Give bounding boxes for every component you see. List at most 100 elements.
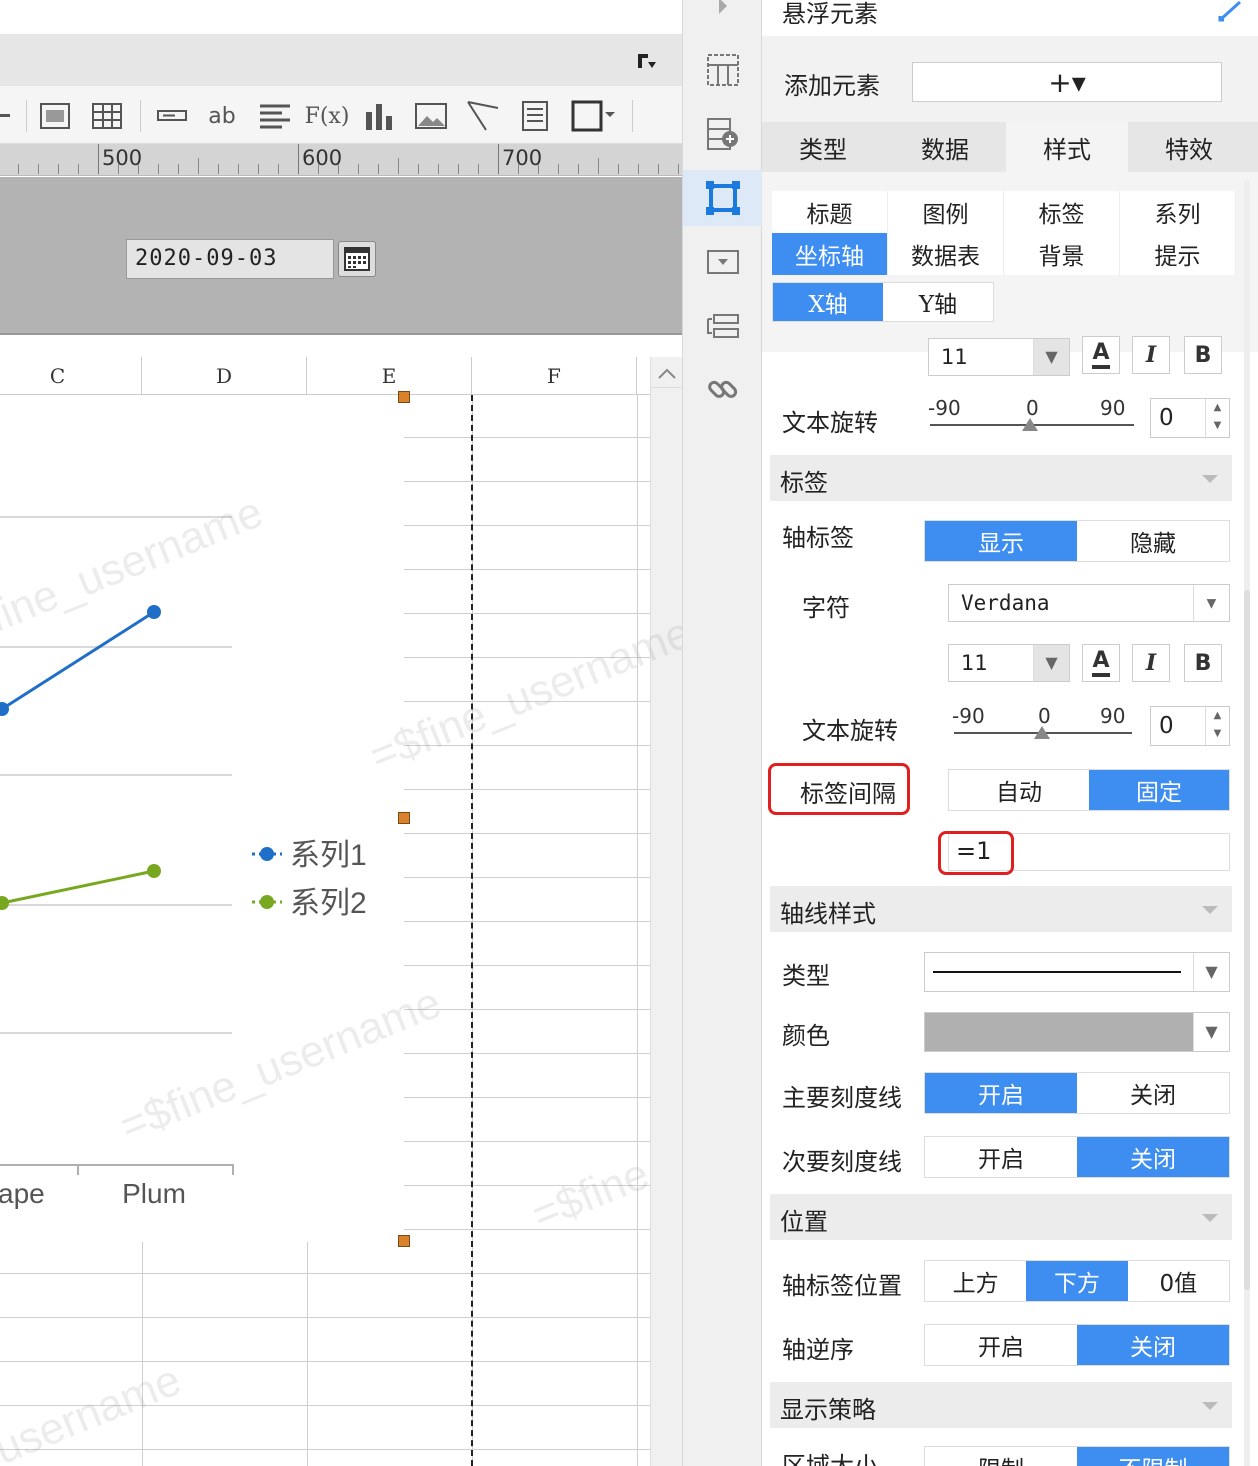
section-axis-style[interactable]: 轴线样式 xyxy=(770,886,1232,932)
ruler-label: 700 xyxy=(502,146,543,170)
cell-element-icon[interactable] xyxy=(683,106,763,162)
column-header-c[interactable]: C xyxy=(0,357,142,395)
font-size-select[interactable]: 11 ▼ xyxy=(948,644,1070,682)
frozen-cell-icon[interactable] xyxy=(38,100,72,132)
slider-thumb[interactable] xyxy=(1034,726,1050,739)
tab-effects[interactable]: 特效 xyxy=(1128,122,1250,172)
slider-thumb[interactable] xyxy=(1022,418,1038,431)
column-header-e[interactable]: E xyxy=(307,357,472,395)
grid-icon[interactable] xyxy=(90,100,124,132)
scroll-up-icon[interactable] xyxy=(657,365,677,384)
section-position[interactable]: 位置 xyxy=(770,1194,1232,1240)
align-left-icon[interactable] xyxy=(258,100,292,132)
major-tick-off[interactable]: 关闭 xyxy=(1077,1073,1229,1113)
minor-tick-on[interactable]: 开启 xyxy=(925,1137,1077,1177)
ruler-tick xyxy=(398,158,399,174)
fixed-option[interactable]: 固定 xyxy=(1089,770,1229,810)
line-color-select[interactable]: ▼ xyxy=(924,1012,1230,1052)
tab-axis[interactable]: 坐标轴 xyxy=(772,233,888,275)
tab-datasheet[interactable]: 数据表 xyxy=(888,233,1004,275)
date-input[interactable]: 2020-09-03 xyxy=(126,239,334,279)
expand-icon[interactable] xyxy=(636,52,660,72)
text-field-icon[interactable] xyxy=(155,100,189,132)
title-font-size-select[interactable]: 11 ▼ xyxy=(928,338,1070,376)
axis-label-title: 轴标签 xyxy=(782,524,854,552)
minor-tick-off[interactable]: 关闭 xyxy=(1077,1137,1229,1177)
chevron-down-icon: ▼ xyxy=(1193,953,1229,991)
font-family-select[interactable]: Verdana ▼ xyxy=(948,584,1230,622)
section-display[interactable]: 显示策略 xyxy=(770,1382,1232,1428)
collapse-panel-icon[interactable] xyxy=(1218,0,1244,26)
cell-attribute-icon[interactable] xyxy=(683,42,763,98)
bold-icon[interactable]: B xyxy=(1184,644,1222,682)
stepper-icon[interactable]: ▲ ▼ xyxy=(1205,707,1229,745)
ruler-label: 600 xyxy=(302,146,343,170)
ruler-tick xyxy=(618,164,619,174)
reverse-on[interactable]: 开启 xyxy=(925,1325,1077,1365)
bar-chart-icon[interactable] xyxy=(362,100,396,132)
tab-legend[interactable]: 图例 xyxy=(888,191,1004,233)
font-color-icon[interactable]: A xyxy=(1082,336,1120,374)
tab-x-axis[interactable]: X轴 xyxy=(773,283,883,321)
title-rotate-input[interactable]: 0 ▲ ▼ xyxy=(1150,398,1230,438)
tab-background[interactable]: 背景 xyxy=(1004,233,1120,275)
resize-handle[interactable] xyxy=(398,812,410,824)
title-rotate-slider[interactable]: -90 0 90 xyxy=(928,396,1134,436)
panel-scrollbar[interactable] xyxy=(1244,180,1250,1466)
label-rotate-label: 文本旋转 xyxy=(802,717,898,745)
tab-title[interactable]: 标题 xyxy=(772,191,888,233)
tab-style[interactable]: 样式 xyxy=(1006,122,1128,172)
font-color-icon[interactable]: A xyxy=(1082,644,1120,682)
ruler-tick xyxy=(258,164,259,174)
position-top[interactable]: 上方 xyxy=(925,1261,1027,1301)
tab-type[interactable]: 类型 xyxy=(762,122,884,172)
collapse-arrow-icon[interactable] xyxy=(683,0,763,26)
calendar-icon[interactable] xyxy=(338,241,376,277)
area-limit[interactable]: 限制 xyxy=(925,1447,1077,1466)
hyperlink-icon[interactable] xyxy=(683,362,763,418)
hide-option[interactable]: 隐藏 xyxy=(1077,521,1229,561)
major-tick-on[interactable]: 开启 xyxy=(925,1073,1077,1113)
label-rotate-slider[interactable]: -90 0 90 xyxy=(952,704,1132,744)
formula-icon[interactable]: F(x) xyxy=(305,100,350,132)
tab-y-axis[interactable]: Y轴 xyxy=(883,283,993,321)
position-zero[interactable]: 0值 xyxy=(1127,1261,1229,1301)
italic-icon[interactable]: I xyxy=(1132,644,1170,682)
vertical-scrollbar[interactable] xyxy=(650,357,682,1466)
text-edit-icon[interactable]: ab xyxy=(205,100,239,132)
position-bottom[interactable]: 下方 xyxy=(1026,1261,1128,1301)
chart-category-label: ape xyxy=(0,1178,45,1209)
auto-option[interactable]: 自动 xyxy=(949,770,1089,810)
show-option[interactable]: 显示 xyxy=(925,521,1077,561)
border-icon[interactable] xyxy=(570,100,618,132)
section-label[interactable]: 标签 xyxy=(770,455,1232,501)
chevron-down-icon: ▼ xyxy=(1193,1013,1229,1051)
panel-scroll-thumb[interactable] xyxy=(1244,590,1250,1290)
label-rotate-input[interactable]: 0 ▲ ▼ xyxy=(1150,706,1230,746)
italic-icon[interactable]: I xyxy=(1132,336,1170,374)
solid-line-preview xyxy=(933,971,1181,973)
image-icon[interactable] xyxy=(414,100,448,132)
reverse-off[interactable]: 关闭 xyxy=(1077,1325,1229,1365)
add-element-button[interactable]: +▾ xyxy=(912,62,1222,102)
chart-data-point xyxy=(0,896,9,910)
resize-handle[interactable] xyxy=(398,391,410,403)
column-header-d[interactable]: D xyxy=(142,357,307,395)
sub-report-icon[interactable] xyxy=(518,100,552,132)
widget-settings-icon[interactable] xyxy=(683,234,763,290)
bold-icon[interactable]: B xyxy=(1184,336,1222,374)
area-unlimited[interactable]: 不限制 xyxy=(1077,1447,1229,1466)
slash-cell-icon[interactable] xyxy=(466,100,500,132)
line-type-select[interactable]: ▼ xyxy=(924,952,1230,992)
tab-tooltip[interactable]: 提示 xyxy=(1120,233,1236,275)
tab-label[interactable]: 标签 xyxy=(1004,191,1120,233)
table-icon[interactable] xyxy=(0,100,10,132)
floating-element-icon[interactable] xyxy=(683,170,763,226)
condition-attribute-icon[interactable] xyxy=(683,298,763,354)
tab-series[interactable]: 系列 xyxy=(1120,191,1236,233)
stepper-icon[interactable]: ▲ ▼ xyxy=(1205,399,1229,437)
resize-handle[interactable] xyxy=(398,1235,410,1247)
tab-data[interactable]: 数据 xyxy=(884,122,1006,172)
grid-row-line xyxy=(0,1361,650,1362)
column-header-f[interactable]: F xyxy=(472,357,637,395)
